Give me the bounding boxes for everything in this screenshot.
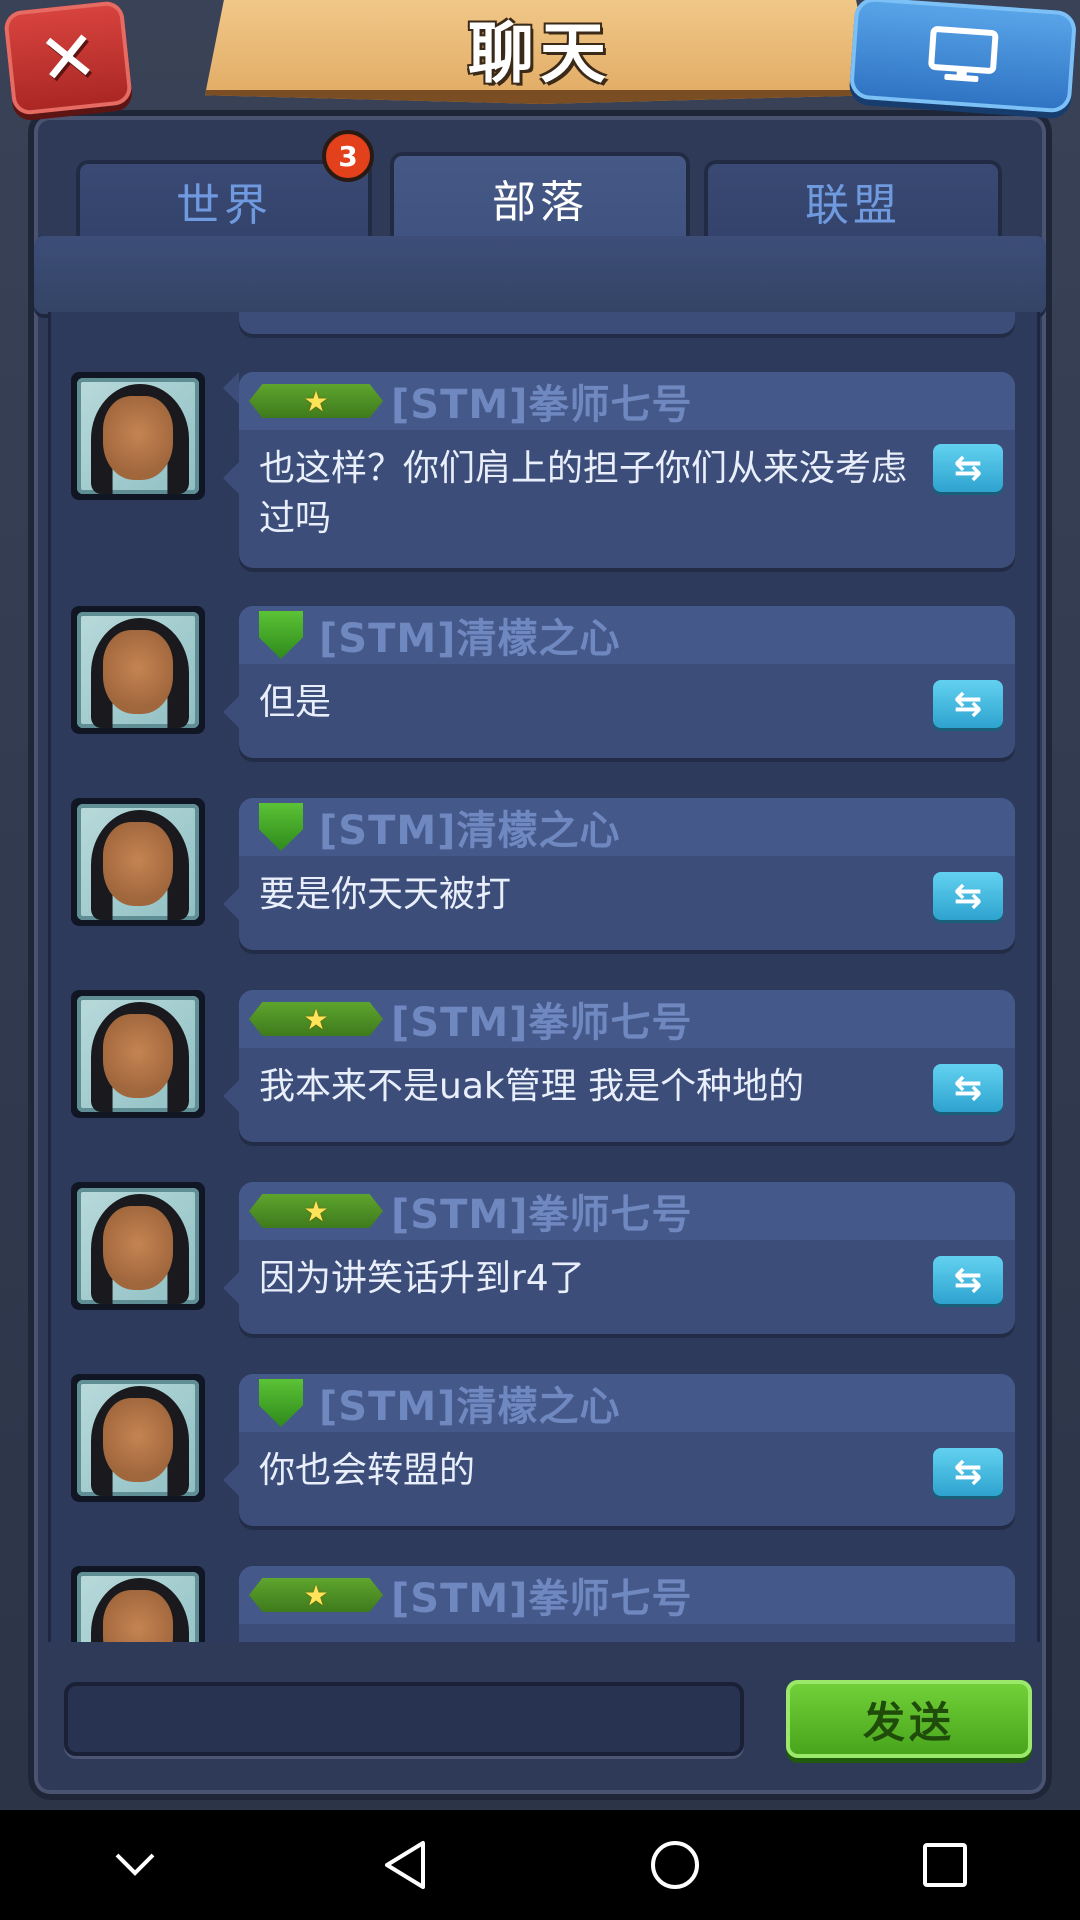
chat-message-list[interactable]: ★ [STM]拳师七号 也这样？你们肩上的担子你们从来没考虑过吗 ⇆ [STM]…	[48, 312, 1040, 1642]
nav-recents-button[interactable]	[885, 1825, 1005, 1905]
translate-button[interactable]: ⇆	[933, 444, 1003, 492]
avatar[interactable]	[71, 990, 205, 1118]
back-triangle-icon	[385, 1841, 425, 1889]
message-bubble: ★ [STM]拳师七号	[239, 1566, 1015, 1642]
avatar[interactable]	[71, 798, 205, 926]
translate-button[interactable]: ⇆	[933, 1448, 1003, 1496]
rank-stars-icon: ★	[249, 1194, 383, 1228]
message-sender: [STM]拳师七号	[391, 382, 693, 428]
message-text	[239, 1624, 1015, 1642]
message-bubble: ★ [STM]拳师七号 我本来不是uak管理 我是个种地的 ⇆	[223, 990, 1015, 1142]
send-button[interactable]: 发送	[786, 1680, 1032, 1758]
message-sender: [STM]清檬之心	[319, 616, 621, 662]
avatar[interactable]	[71, 606, 205, 734]
screen-button[interactable]	[848, 0, 1078, 114]
message-bubble: [STM]清檬之心 要是你天天被打 ⇆	[223, 798, 1015, 950]
rank-shield-icon	[251, 802, 311, 852]
translate-button[interactable]: ⇆	[933, 680, 1003, 728]
avatar[interactable]	[71, 372, 205, 500]
system-nav-bar	[0, 1810, 1080, 1920]
message-sender: [STM]清檬之心	[319, 808, 621, 854]
message-text: 但是	[259, 682, 332, 723]
rank-shield-icon	[251, 610, 311, 660]
close-icon: ✕	[34, 14, 102, 102]
avatar[interactable]	[71, 1374, 205, 1502]
avatar[interactable]	[71, 1566, 205, 1642]
message-bubble: [STM]清檬之心 但是 ⇆	[223, 606, 1015, 758]
avatar[interactable]	[71, 1182, 205, 1310]
nav-home-button[interactable]	[615, 1825, 735, 1905]
message-sender: [STM]拳师七号	[391, 1576, 693, 1622]
translate-button[interactable]: ⇆	[933, 1064, 1003, 1112]
close-button[interactable]: ✕	[2, 0, 134, 116]
message-sender: [STM]清檬之心	[319, 1384, 621, 1430]
chat-input[interactable]	[64, 1682, 744, 1756]
monitor-icon	[928, 26, 999, 82]
message-bubble: ★ [STM]拳师七号 也这样？你们肩上的担子你们从来没考虑过吗 ⇆	[223, 372, 1015, 568]
home-circle-icon	[651, 1841, 699, 1889]
swap-arrows-icon: ⇆	[953, 876, 983, 916]
translate-button[interactable]: ⇆	[933, 1256, 1003, 1304]
translate-button[interactable]: ⇆	[933, 872, 1003, 920]
tab-clan[interactable]: 部落	[390, 152, 690, 244]
message-text: 我本来不是uak管理 我是个种地的	[259, 1066, 805, 1107]
message-bubble-partial	[223, 312, 1015, 404]
message-text: 你也会转盟的	[259, 1450, 476, 1491]
message-bubble: [STM]清檬之心 你也会转盟的 ⇆	[223, 1374, 1015, 1526]
message-text: 因为讲笑话升到r4了	[259, 1258, 585, 1299]
rank-stars-icon: ★	[249, 1578, 383, 1612]
recents-square-icon	[923, 1843, 967, 1887]
swap-arrows-icon: ⇆	[953, 1068, 983, 1108]
message-sender: [STM]拳师七号	[391, 1000, 693, 1046]
tab-panel-header	[34, 236, 1046, 314]
swap-arrows-icon: ⇆	[953, 448, 983, 488]
rank-stars-icon: ★	[249, 384, 383, 418]
message-text: 也这样？你们肩上的担子你们从来没考虑过吗	[259, 448, 908, 539]
swap-arrows-icon: ⇆	[953, 684, 983, 724]
message-bubble: ★ [STM]拳师七号 因为讲笑话升到r4了 ⇆	[223, 1182, 1015, 1334]
rank-stars-icon: ★	[249, 1002, 383, 1036]
notification-badge: 3	[322, 130, 374, 182]
tab-alliance[interactable]: 联盟	[704, 160, 1002, 242]
back-chevron-icon	[115, 1853, 155, 1876]
swap-arrows-icon: ⇆	[953, 1452, 983, 1492]
title-banner: 聊天	[205, 0, 875, 104]
message-sender: [STM]拳师七号	[391, 1192, 693, 1238]
rank-shield-icon	[251, 1378, 311, 1428]
page-title: 聊天	[468, 15, 612, 92]
nav-hide-button[interactable]	[75, 1825, 195, 1905]
nav-back-button[interactable]	[345, 1825, 465, 1905]
swap-arrows-icon: ⇆	[953, 1260, 983, 1300]
message-text: 要是你天天被打	[259, 874, 512, 915]
